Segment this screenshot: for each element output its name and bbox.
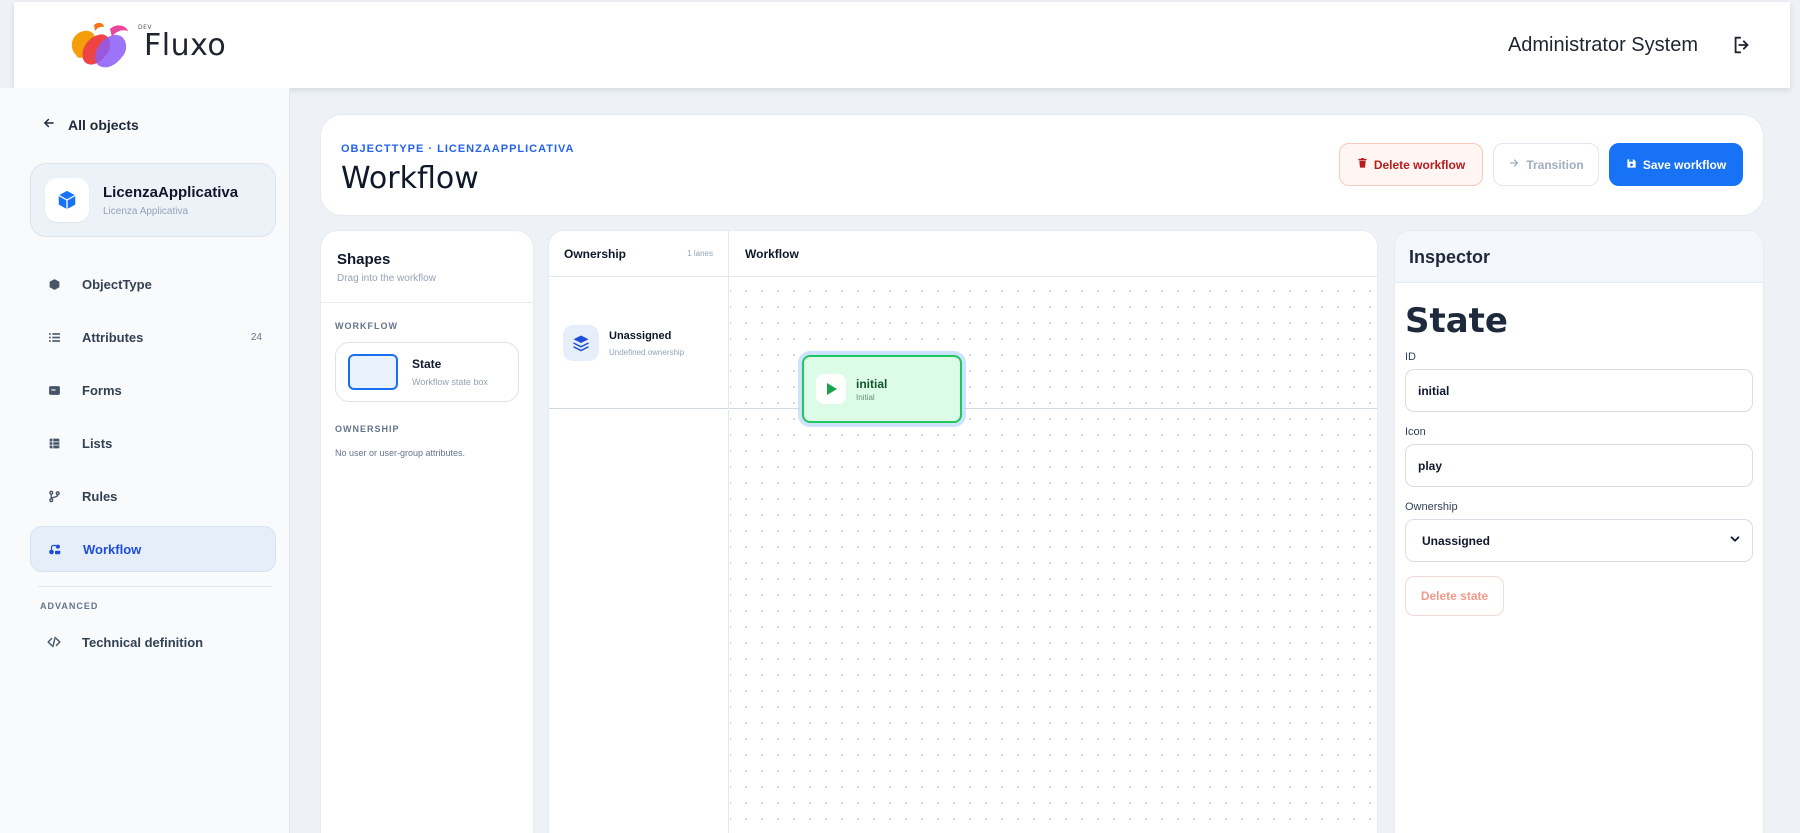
- sidebar: All objects LicenzaApplicativa Licenza A…: [0, 88, 290, 833]
- workflow-column-header: Workflow: [729, 231, 1377, 276]
- arrow-left-icon: [42, 116, 56, 133]
- icon-field-label: Icon: [1405, 426, 1426, 438]
- sidebar-item-label: Technical definition: [82, 634, 204, 650]
- sidebar-item-label: ObjectType: [82, 276, 152, 292]
- swimlane-subtitle: Undefined ownership: [609, 347, 685, 357]
- user-name: Administrator System: [1507, 33, 1698, 56]
- ownership-group-label: OWNERSHIP: [335, 424, 400, 434]
- table-icon: [46, 435, 62, 451]
- object-subtitle: Licenza Applicativa: [103, 205, 189, 217]
- icon-field[interactable]: play: [1405, 444, 1753, 487]
- inspector-body: State ID initial Icon play Ownership Una…: [1395, 283, 1763, 634]
- page-header: OBJECTTYPE · LICENZAAPPLICATIVA Workflow…: [320, 114, 1764, 216]
- shapes-subtitle: Drag into the workflow: [337, 273, 436, 284]
- sidebar-item-label: Lists: [82, 435, 113, 451]
- sidebar-item-label: Attributes: [82, 329, 144, 345]
- sidebar-item-lists[interactable]: Lists: [30, 420, 276, 466]
- cube-icon: [46, 276, 62, 292]
- object-title: LicenzaApplicativa: [103, 183, 239, 201]
- lanes-count: 1 lanes: [687, 249, 713, 258]
- attributes-count-badge: 24: [250, 331, 262, 343]
- swimlane-title: Unassigned: [609, 329, 672, 342]
- object-card: LicenzaApplicativa Licenza Applicativa: [30, 163, 276, 237]
- sidebar-item-label: Rules: [82, 488, 118, 504]
- ownership-empty-note: No user or user-group attributes.: [335, 448, 466, 458]
- logout-icon[interactable]: [1730, 33, 1754, 57]
- user-area: Administrator System: [1508, 33, 1754, 57]
- state-node-initial[interactable]: initial Initial: [802, 355, 962, 423]
- inspector-panel: Inspector State ID initial Icon play Own…: [1394, 230, 1764, 833]
- inspector-title: Inspector: [1395, 231, 1763, 283]
- canvas-header: Ownership 1 lanes Workflow: [549, 231, 1377, 277]
- save-workflow-button[interactable]: Save workflow: [1609, 143, 1743, 186]
- cube-icon: [45, 178, 89, 222]
- advanced-section-label: ADVANCED: [40, 601, 99, 611]
- chevron-down-icon: [1728, 532, 1742, 549]
- ownership-field-label: Ownership: [1405, 501, 1458, 513]
- state-node-subtitle: Initial: [856, 392, 875, 402]
- state-shape-title: State: [412, 357, 442, 371]
- inspector-heading: State: [1405, 301, 1508, 341]
- state-node-title: initial: [856, 376, 888, 391]
- sidebar-nav: ObjectType Attributes 24 Forms Lists Rul…: [30, 261, 276, 572]
- workflow-icon: [47, 541, 63, 557]
- ownership-column-empty: [549, 410, 729, 833]
- ownership-column-header: Ownership 1 lanes: [549, 231, 729, 276]
- shapes-title: Shapes: [337, 251, 391, 268]
- back-link-label: All objects: [68, 116, 139, 133]
- branch-icon: [46, 488, 62, 504]
- list-icon: [46, 329, 62, 345]
- shapes-panel-header: Shapes Drag into the workflow: [321, 231, 533, 303]
- ownership-header-label: Ownership: [564, 246, 627, 261]
- logo-wordmark: Fluxo: [144, 27, 227, 63]
- state-shape-tile[interactable]: State Workflow state box: [335, 342, 519, 402]
- state-shape-preview: [348, 354, 398, 390]
- id-field-label: ID: [1405, 351, 1416, 363]
- code-icon: [46, 634, 62, 650]
- delete-state-button[interactable]: Delete state: [1405, 576, 1504, 616]
- sidebar-item-label: Forms: [82, 382, 122, 398]
- delete-workflow-button[interactable]: Delete workflow: [1339, 143, 1483, 186]
- sidebar-divider: [38, 586, 272, 587]
- swimlane-label[interactable]: Unassigned Undefined ownership: [549, 277, 729, 409]
- header-actions: Delete workflow Transition Save workflow: [1339, 143, 1743, 186]
- sidebar-item-forms[interactable]: Forms: [30, 367, 276, 413]
- sidebar-item-rules[interactable]: Rules: [30, 473, 276, 519]
- id-field[interactable]: initial: [1405, 369, 1753, 412]
- app-logo[interactable]: DEV Fluxo: [64, 17, 226, 73]
- state-shape-subtitle: Workflow state box: [412, 377, 488, 387]
- sidebar-item-objecttype[interactable]: ObjectType: [30, 261, 276, 307]
- arrow-right-icon: [1508, 157, 1520, 172]
- sidebar-item-workflow[interactable]: Workflow: [30, 526, 276, 572]
- sidebar-item-label: Workflow: [83, 541, 142, 557]
- top-bar: DEV Fluxo Administrator System: [14, 2, 1790, 88]
- ownership-select-value: Unassigned: [1422, 533, 1491, 548]
- play-icon: [816, 374, 846, 404]
- ownership-select[interactable]: Unassigned: [1405, 519, 1753, 562]
- workflow-group-label: WORKFLOW: [335, 321, 398, 331]
- sidebar-item-technical-definition[interactable]: Technical definition: [30, 619, 276, 665]
- shapes-panel: Shapes Drag into the workflow WORKFLOW S…: [320, 230, 534, 833]
- sidebar-item-attributes[interactable]: Attributes 24: [30, 314, 276, 360]
- back-to-all-objects-link[interactable]: All objects: [42, 116, 273, 133]
- swimlane-unassigned: Unassigned Undefined ownership initial I…: [549, 277, 1377, 423]
- fluxo-logo-mark: [71, 22, 128, 68]
- transition-label: Transition: [1526, 157, 1584, 172]
- logo-small-text: DEV: [138, 23, 153, 31]
- floppy-disk-icon: [1626, 158, 1637, 172]
- delete-workflow-label: Delete workflow: [1373, 157, 1466, 172]
- trash-icon: [1357, 157, 1368, 172]
- logo-text: DEV Fluxo: [138, 24, 227, 63]
- transition-button[interactable]: Transition: [1493, 143, 1599, 186]
- workflow-header-label: Workflow: [745, 246, 799, 261]
- workflow-canvas-panel: Ownership 1 lanes Workflow Unassigned Un…: [548, 230, 1378, 833]
- form-icon: [46, 382, 62, 398]
- save-workflow-label: Save workflow: [1642, 157, 1727, 172]
- layers-icon: [563, 325, 599, 361]
